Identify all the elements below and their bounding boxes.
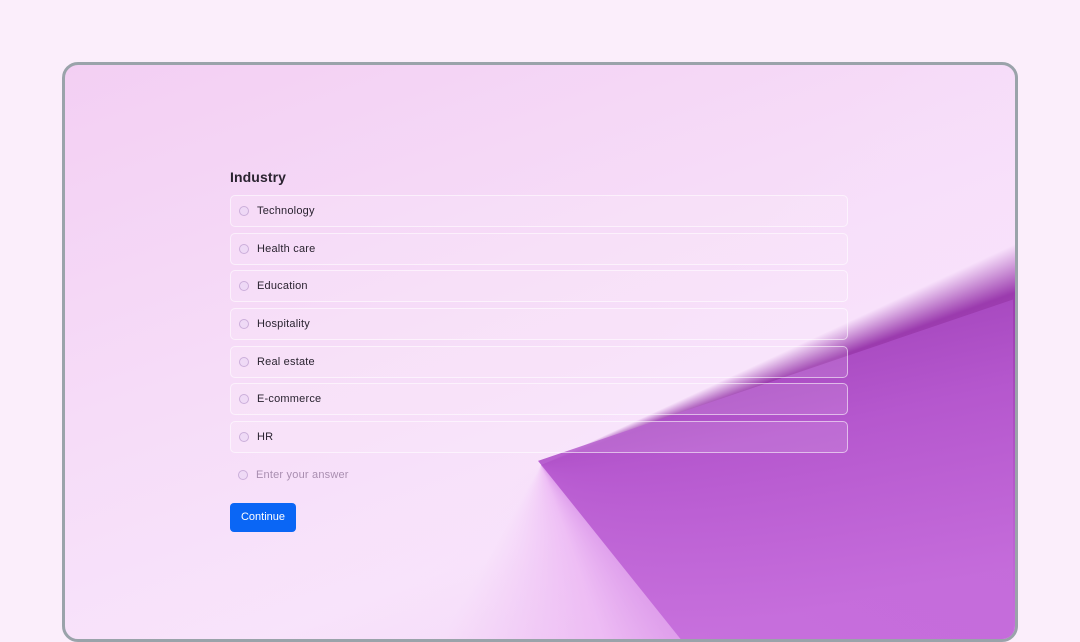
other-answer-input[interactable] <box>256 468 656 481</box>
continue-button[interactable]: Continue <box>230 502 296 532</box>
radio-icon[interactable] <box>239 281 249 292</box>
app-frame: Industry Technology Health care Educatio… <box>62 62 1018 642</box>
option-health-care[interactable]: Health care <box>230 232 848 265</box>
radio-icon[interactable] <box>239 432 249 443</box>
survey-form: Industry Technology Health care Educatio… <box>230 169 850 532</box>
option-other[interactable] <box>230 459 848 491</box>
radio-icon[interactable] <box>239 319 249 330</box>
question-title: Industry <box>230 169 287 185</box>
option-label: Hospitality <box>257 318 310 331</box>
radio-icon[interactable] <box>239 394 249 405</box>
option-e-commerce[interactable]: E-commerce <box>230 383 848 416</box>
radio-icon[interactable] <box>238 469 248 480</box>
option-label: Education <box>257 280 308 293</box>
option-label: Technology <box>257 205 315 217</box>
radio-icon[interactable] <box>239 206 249 216</box>
option-technology[interactable]: Technology <box>230 195 848 227</box>
radio-icon[interactable] <box>239 356 249 367</box>
option-real-estate[interactable]: Real estate <box>230 345 848 378</box>
option-hr[interactable]: HR <box>230 421 848 454</box>
option-education[interactable]: Education <box>230 270 848 303</box>
option-label: Health care <box>257 242 316 255</box>
option-hospitality[interactable]: Hospitality <box>230 308 848 341</box>
radio-icon[interactable] <box>239 243 249 254</box>
option-label: HR <box>257 431 274 444</box>
option-label: E-commerce <box>257 393 322 406</box>
option-label: Real estate <box>257 355 315 368</box>
